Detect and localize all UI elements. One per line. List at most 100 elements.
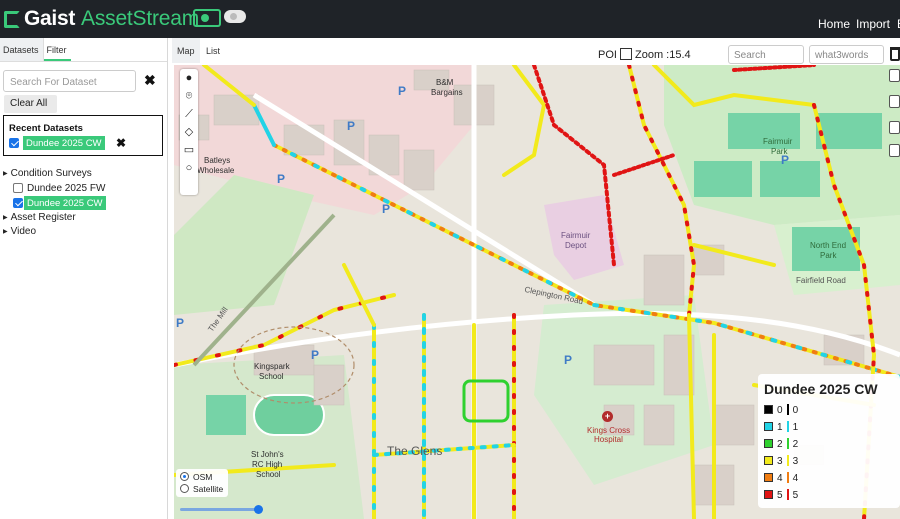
- parking-icon: P: [398, 84, 407, 98]
- map-label-kingspark: Kingspark: [254, 362, 290, 371]
- expand-triangle-icon: ▶: [3, 215, 8, 221]
- map-label-kings-cross-2: Hospital: [594, 435, 623, 444]
- clear-all-button[interactable]: Clear All: [4, 95, 57, 113]
- map-label-fairmuir-depot-2: Depot: [565, 241, 587, 250]
- what3words-input[interactable]: what3words: [809, 45, 884, 64]
- legend-line: [786, 421, 789, 432]
- layer-satellite-label[interactable]: Satellite: [193, 484, 223, 494]
- fullscreen-icon[interactable]: [889, 69, 900, 82]
- dataset-search-input[interactable]: Search For Dataset: [3, 70, 136, 92]
- parking-icon: P: [382, 202, 391, 216]
- map-label-fairmuir-park: Fairmuir: [763, 137, 793, 146]
- map-search-input[interactable]: Search: [728, 45, 804, 64]
- parking-icon: P: [347, 119, 356, 133]
- tab-filter[interactable]: Filter: [43, 38, 71, 61]
- map-toolbar: Map List POI Zoom :15.4 Search what3word…: [172, 38, 900, 65]
- nav-home-link[interactable]: Home: [818, 17, 850, 31]
- parking-icon: P: [277, 172, 286, 186]
- condition-legend: Dundee 2025 CW 00 11 22 33 44 55: [758, 374, 900, 508]
- layer-satellite-radio[interactable]: [180, 484, 189, 493]
- legend-swatch: [764, 456, 773, 465]
- tree-video[interactable]: ▶ Video: [3, 226, 36, 237]
- nav-import-link[interactable]: Import: [856, 17, 890, 31]
- map-label-fairmuir-depot: Fairmuir: [561, 231, 591, 240]
- tree-label: Condition Surveys: [10, 168, 92, 179]
- dataset-fw-label[interactable]: Dundee 2025 FW: [27, 183, 105, 194]
- dataset-cw-label[interactable]: Dundee 2025 CW: [24, 196, 106, 210]
- legend-item: 22: [764, 438, 798, 451]
- legend-swatch: [764, 422, 773, 431]
- legend-item: 33: [764, 455, 798, 468]
- legend-line: [786, 438, 789, 449]
- line-tool-icon[interactable]: ⟋: [180, 105, 198, 123]
- zoom-readout: Zoom :15.4: [635, 49, 691, 61]
- slider-handle[interactable]: [254, 505, 263, 514]
- legend-item: 00: [764, 404, 798, 417]
- map-side-tools: [889, 69, 900, 169]
- legend-item: 55: [764, 489, 798, 502]
- legend-line: [786, 404, 789, 415]
- brand-name-first: Gaist: [24, 7, 76, 30]
- legend-item: 44: [764, 472, 798, 485]
- question-icon[interactable]: [889, 121, 900, 134]
- tab-list[interactable]: List: [201, 38, 225, 63]
- app-logo[interactable]: Gaist AssetStream: [4, 7, 199, 31]
- trash-icon[interactable]: [890, 47, 900, 61]
- legend-value: 0: [777, 405, 783, 416]
- tab-datasets[interactable]: Datasets: [0, 38, 44, 61]
- legend-value: 3: [777, 456, 783, 467]
- legend-value: 4: [777, 473, 783, 484]
- theme-toggle[interactable]: [224, 10, 246, 23]
- edit-icon[interactable]: [889, 144, 900, 157]
- map-label-the-glens: The Glens: [387, 444, 443, 458]
- survey-vehicle-icon: [193, 9, 221, 27]
- map-label-stjohns-2: RC High: [252, 460, 283, 469]
- recent-dataset-chip[interactable]: Dundee 2025 CW: [23, 136, 105, 150]
- parking-icon: P: [176, 316, 185, 330]
- chat-icon[interactable]: ●: [180, 69, 198, 87]
- map-label-batleys: Batleys: [204, 156, 231, 165]
- map-label-bm: B&M: [436, 78, 454, 87]
- tree-condition-surveys[interactable]: ▶ Condition Surveys: [3, 168, 92, 179]
- recent-datasets-title: Recent Datasets: [9, 123, 83, 134]
- map-label-bm-2: Bargains: [431, 88, 463, 97]
- legend-value: 1: [777, 422, 783, 433]
- hospital-marker-icon[interactable]: +: [602, 411, 613, 422]
- opacity-slider[interactable]: [180, 505, 264, 514]
- rectangle-tool-icon[interactable]: ▭: [180, 141, 198, 159]
- top-bar: Gaist AssetStream Home Import E: [0, 0, 900, 38]
- base-layer-switcher: OSM Satellite: [176, 469, 228, 497]
- poi-checkbox[interactable]: [620, 48, 632, 60]
- map-label-fairfield-road: Fairfield Road: [796, 276, 846, 285]
- ruler-icon[interactable]: [889, 95, 900, 108]
- circle-tool-icon[interactable]: ○: [180, 159, 198, 177]
- legend-swatch: [764, 473, 773, 482]
- layer-osm-radio[interactable]: [180, 472, 189, 481]
- parking-icon: P: [781, 153, 790, 167]
- map-label-kings-cross: Kings Cross: [587, 426, 631, 435]
- dataset-cw-checkbox[interactable]: [13, 198, 23, 208]
- clear-search-icon[interactable]: ✖: [144, 72, 156, 89]
- remove-recent-icon[interactable]: ✖: [116, 136, 126, 150]
- tab-map[interactable]: Map: [172, 38, 200, 63]
- layer-osm-label[interactable]: OSM: [193, 472, 212, 482]
- brand-name-second: AssetStream: [81, 7, 200, 30]
- map-label-stjohns-3: School: [256, 470, 281, 479]
- legend-value: 5: [792, 490, 799, 501]
- slider-track[interactable]: [180, 508, 260, 511]
- legend-title: Dundee 2025 CW: [764, 381, 878, 397]
- dataset-fw-checkbox[interactable]: [13, 183, 23, 193]
- tree-label: Asset Register: [10, 212, 76, 223]
- legend-value: 2: [777, 439, 783, 450]
- recent-dataset-checkbox[interactable]: [9, 138, 19, 148]
- marker-tool-icon[interactable]: ⌾: [180, 87, 198, 105]
- legend-swatch: [764, 405, 773, 414]
- polygon-tool-icon[interactable]: ◇: [180, 123, 198, 141]
- legend-value: 1: [792, 422, 799, 433]
- sidebar: Datasets Filter Search For Dataset ✖ Cle…: [0, 38, 168, 519]
- tree-label: Video: [10, 226, 37, 237]
- legend-swatch: [764, 490, 773, 499]
- legend-value: 4: [792, 473, 799, 484]
- tree-asset-register[interactable]: ▶ Asset Register: [3, 212, 76, 223]
- legend-line: [786, 455, 789, 466]
